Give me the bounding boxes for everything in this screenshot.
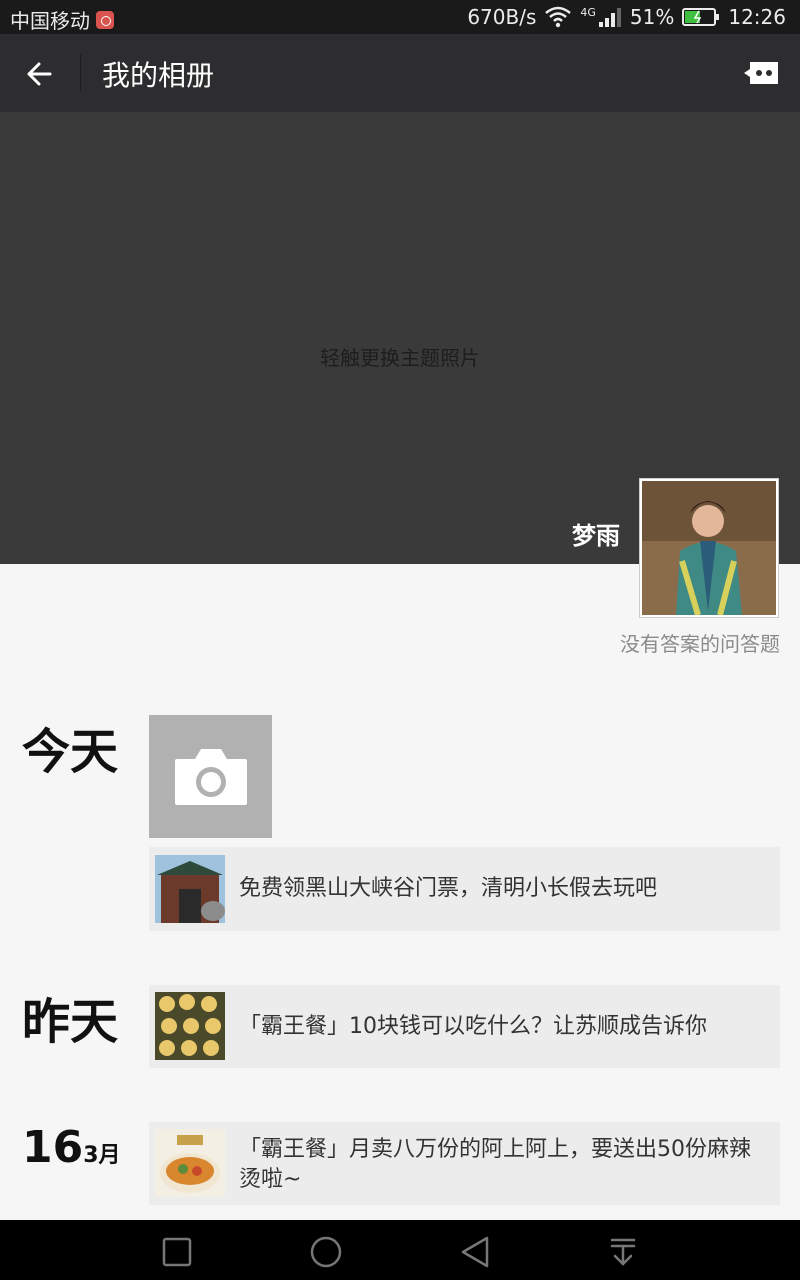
more-button[interactable] [742,58,780,88]
list-item[interactable]: 「霸王餐」月卖八万份的阿上阿上，要送出50份麻辣烫啦~ [149,1122,780,1205]
battery-icon [682,8,720,26]
profile-signature: 没有答案的问答题 [620,632,780,656]
avatar-photo [642,481,776,616]
post-title: 「霸王餐」10块钱可以吃什么？让苏顺成告诉你 [239,1014,707,1039]
network-speed: 670B/s [467,5,537,29]
more-chat-icon [744,62,778,84]
page-title: 我的相册 [102,59,215,92]
post-thumbnail [155,855,225,923]
title-bar: 我的相册 [0,34,800,112]
add-photo-button[interactable] [149,715,272,838]
timeline-date-label: 163月 [22,1122,121,1173]
user-name: 梦雨 [572,522,620,550]
status-bar: 中国移动 670B/s 4G 51% 12:26 [0,0,800,34]
title-divider [80,54,81,92]
network-type: 4G [580,5,596,19]
download-icon[interactable] [605,1234,641,1270]
list-item[interactable]: 「霸王餐」10块钱可以吃什么？让苏顺成告诉你 [149,985,780,1068]
post-title: 「霸王餐」月卖八万份的阿上阿上，要送出50份麻辣烫啦~ [239,1137,751,1192]
list-item[interactable]: 免费领黑山大峡谷门票，清明小长假去玩吧 [149,847,780,931]
back-button[interactable] [20,54,60,94]
system-nav-bar [0,1220,800,1280]
avatar[interactable] [640,479,778,617]
signal-icon [598,8,621,27]
carrier-label: 中国移动 [10,9,90,33]
notification-icon [96,10,114,29]
cover-hint: 轻触更换主题照片 [320,346,480,370]
post-thumbnail [155,992,225,1060]
circle-icon[interactable] [308,1234,344,1270]
timeline-day-label: 今天 [22,724,119,780]
date-month: 3月 [83,1143,121,1168]
wifi-icon [545,6,572,28]
square-icon[interactable] [159,1234,195,1270]
triangle-back-icon[interactable] [457,1234,493,1270]
camera-icon [175,749,247,805]
clock: 12:26 [728,5,786,29]
date-day: 16 [22,1122,84,1173]
post-thumbnail [155,1129,225,1197]
timeline-day-label: 昨天 [22,994,119,1050]
arrow-left-icon [27,62,52,86]
battery-percent: 51% [629,5,675,29]
post-title: 免费领黑山大峡谷门票，清明小长假去玩吧 [239,876,658,901]
